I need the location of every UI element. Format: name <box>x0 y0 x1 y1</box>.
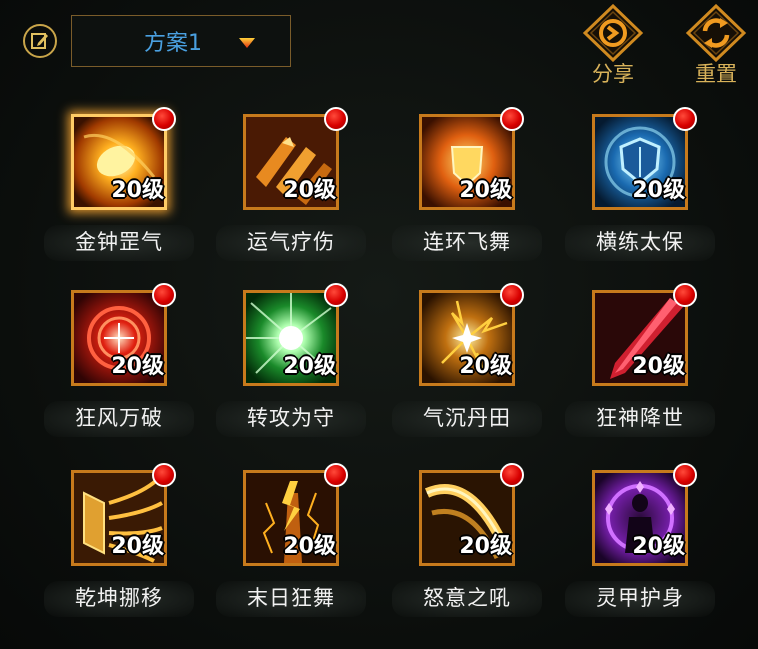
new-badge <box>673 107 697 131</box>
skill-level: 20级 <box>111 534 164 559</box>
skill-level: 20级 <box>111 178 164 203</box>
skill-level: 20级 <box>459 534 512 559</box>
skill-level: 20级 <box>459 178 512 203</box>
skill-level: 20级 <box>111 354 164 379</box>
new-badge <box>673 463 697 487</box>
new-badge <box>152 463 176 487</box>
share-label: 分享 <box>592 62 634 86</box>
skill-slot[interactable]: 20级 气沉丹田 <box>392 283 542 440</box>
skill-level: 20级 <box>283 354 336 379</box>
skill-name: 转攻为守 <box>247 406 335 430</box>
skill-level: 20级 <box>283 534 336 559</box>
skill-name: 狂风万破 <box>75 406 163 430</box>
new-badge <box>673 283 697 307</box>
reset-label: 重置 <box>695 62 737 86</box>
skill-level: 20级 <box>459 354 512 379</box>
new-badge <box>500 107 524 131</box>
skill-name: 横练太保 <box>596 230 684 254</box>
skill-name: 气沉丹田 <box>423 406 511 430</box>
skill-level: 20级 <box>632 534 685 559</box>
skill-name: 连环飞舞 <box>423 230 511 254</box>
skill-name: 乾坤挪移 <box>75 586 163 610</box>
skill-level: 20级 <box>283 178 336 203</box>
skill-level: 20级 <box>632 178 685 203</box>
skill-slot[interactable]: 20级 金钟罡气 <box>44 107 194 264</box>
plan-dropdown[interactable]: 方案1 <box>71 15 291 67</box>
skill-slot[interactable]: 20级 狂风万破 <box>44 283 194 440</box>
new-badge <box>500 463 524 487</box>
edit-icon <box>31 33 48 49</box>
refresh-icon <box>685 3 747 63</box>
new-badge <box>152 283 176 307</box>
skill-slot[interactable]: 20级 连环飞舞 <box>392 107 542 264</box>
share-icon <box>582 3 644 63</box>
skill-slot[interactable]: 20级 转攻为守 <box>216 283 366 440</box>
new-badge <box>324 463 348 487</box>
skill-slot[interactable]: 20级 灵甲护身 <box>565 463 715 620</box>
skill-slot[interactable]: 20级 横练太保 <box>565 107 715 264</box>
skill-name: 怒意之吼 <box>423 586 511 610</box>
skill-slot[interactable]: 20级 狂神降世 <box>565 283 715 440</box>
skill-slot[interactable]: 20级 运气疗伤 <box>216 107 366 264</box>
skill-name: 运气疗伤 <box>247 230 335 254</box>
reset-button[interactable]: 重置 <box>681 3 751 88</box>
edit-plan-button[interactable] <box>23 24 57 58</box>
chevron-down-icon <box>239 38 255 48</box>
skill-slot[interactable]: 20级 怒意之吼 <box>392 463 542 620</box>
new-badge <box>152 107 176 131</box>
new-badge <box>324 283 348 307</box>
new-badge <box>500 283 524 307</box>
share-button[interactable]: 分享 <box>578 3 648 88</box>
plan-label: 方案1 <box>144 31 202 56</box>
new-badge <box>324 107 348 131</box>
skill-slot[interactable]: 20级 末日狂舞 <box>216 463 366 620</box>
skill-slot[interactable]: 20级 乾坤挪移 <box>44 463 194 620</box>
skill-name: 灵甲护身 <box>596 586 684 610</box>
skill-level: 20级 <box>632 354 685 379</box>
skill-name: 狂神降世 <box>596 406 684 430</box>
skill-name: 末日狂舞 <box>247 586 335 610</box>
skill-name: 金钟罡气 <box>75 230 163 254</box>
